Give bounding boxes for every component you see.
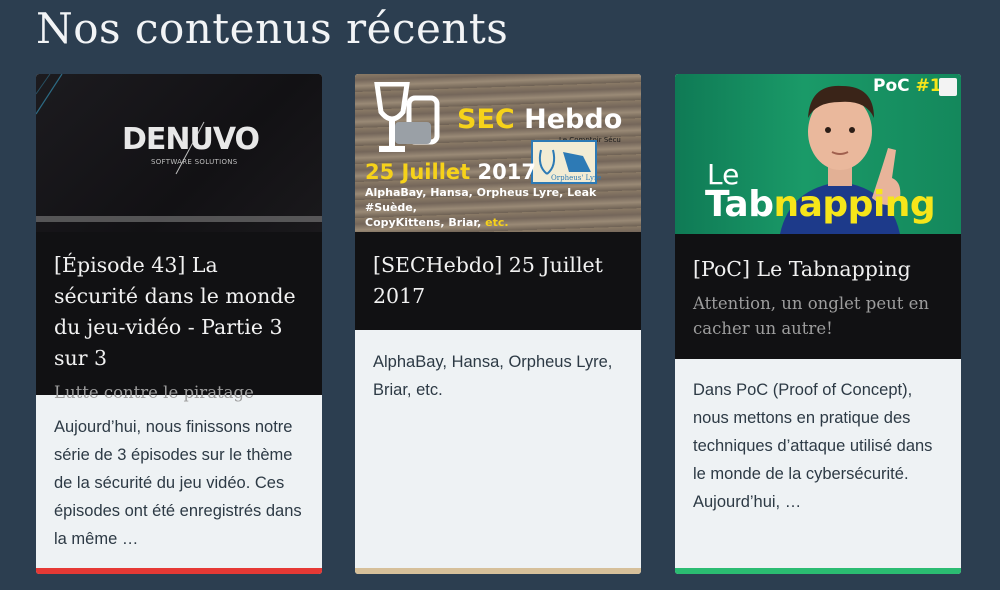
denuvo-logo: DENUVO SOFTWARE SOLUTIONS: [36, 74, 322, 232]
card-thumbnail[interactable]: DENUVO SOFTWARE SOLUTIONS: [36, 74, 322, 232]
orpheus-label: Orpheus' Lyre: [551, 174, 602, 182]
thumbnail-strip: [36, 216, 322, 222]
card-accent-bar: [675, 568, 961, 574]
card-title[interactable]: [Épisode 43] La sécurité dans le monde d…: [54, 250, 304, 374]
card-header: [SECHebdo] 25 Juillet 2017: [355, 232, 641, 330]
content-card[interactable]: DENUVO SOFTWARE SOLUTIONS [Épisode 43] L…: [36, 74, 322, 574]
sec-hebdo-date: 25 Juillet 2017: [365, 160, 536, 184]
sec-hebdo-title: SEC Hebdo: [457, 104, 623, 135]
card-description: AlphaBay, Hansa, Orpheus Lyre, Briar, et…: [373, 353, 613, 399]
sec-hebdo-topics: AlphaBay, Hansa, Orpheus Lyre, Leak #Suè…: [365, 186, 597, 229]
card-description: Dans PoC (Proof of Concept), nous metton…: [693, 381, 933, 511]
wine-glass-icon: [374, 82, 440, 152]
card-title[interactable]: [PoC] Le Tabnapping: [693, 254, 943, 285]
poc-episode-tag: PoC #1: [873, 76, 942, 96]
card-subtitle: Attention, un onglet peut en cacher un a…: [693, 294, 929, 338]
card-thumbnail[interactable]: PoC #1 Le Tabnapping: [675, 74, 961, 234]
denuvo-wordmark: DENUVO: [122, 122, 260, 157]
card-accent-bar: [36, 568, 322, 574]
content-card[interactable]: SEC Hebdo Le Comptoir Sécu Orpheus' Lyre…: [355, 74, 641, 574]
card-thumbnail[interactable]: SEC Hebdo Le Comptoir Sécu Orpheus' Lyre…: [355, 74, 641, 232]
card-title[interactable]: [SECHebdo] 25 Juillet 2017: [373, 250, 623, 312]
poc-logo-icon: [939, 78, 957, 96]
content-card[interactable]: PoC #1 Le Tabnapping [PoC] Le Tabnapping…: [675, 74, 961, 574]
card-description: Aujourd’hui, nous finissons notre série …: [54, 418, 302, 548]
card-header: [PoC] Le Tabnapping Attention, un onglet…: [675, 234, 961, 359]
denuvo-tagline: SOFTWARE SOLUTIONS: [151, 158, 238, 166]
thumbnail-tabnapping: Tabnapping: [705, 184, 936, 225]
card-header: [Épisode 43] La sécurité dans le monde d…: [36, 232, 322, 402]
section-title: Nos contenus récents: [36, 4, 509, 53]
card-accent-bar: [355, 568, 641, 574]
